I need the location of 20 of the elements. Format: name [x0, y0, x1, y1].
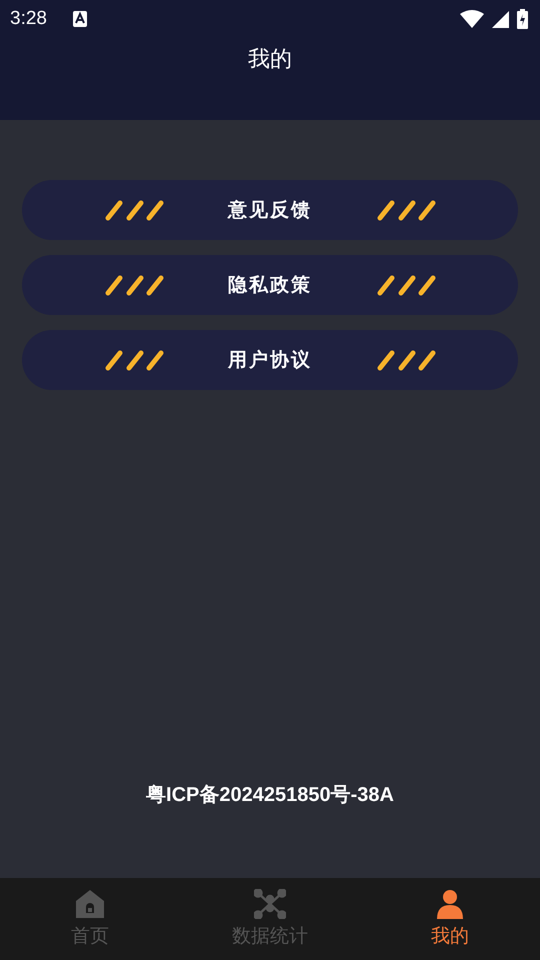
network-icon	[254, 889, 286, 919]
house-icon	[75, 889, 105, 919]
menu-button[interactable]: 隐私政策	[22, 255, 518, 315]
page-title: 我的	[247, 46, 293, 74]
menu-button[interactable]: 用户协议	[22, 330, 518, 390]
stripes-icon	[376, 349, 436, 371]
icp-text: 粤ICP备2024251850号-38A	[145, 783, 395, 808]
menu-button[interactable]: 意见反馈	[22, 180, 518, 240]
wifi-icon	[460, 10, 484, 28]
stripes-icon	[376, 274, 436, 296]
stripes-icon	[376, 199, 436, 221]
signal-icon	[492, 10, 509, 28]
battery-icon	[517, 9, 528, 29]
status-time: 3:28	[10, 8, 47, 30]
keyboard-a-icon	[72, 11, 87, 27]
stripes-icon	[104, 349, 164, 371]
stripes-icon	[104, 274, 164, 296]
tab[interactable]: 我的	[360, 878, 540, 960]
stripes-icon	[104, 199, 164, 221]
person-icon	[435, 889, 465, 919]
